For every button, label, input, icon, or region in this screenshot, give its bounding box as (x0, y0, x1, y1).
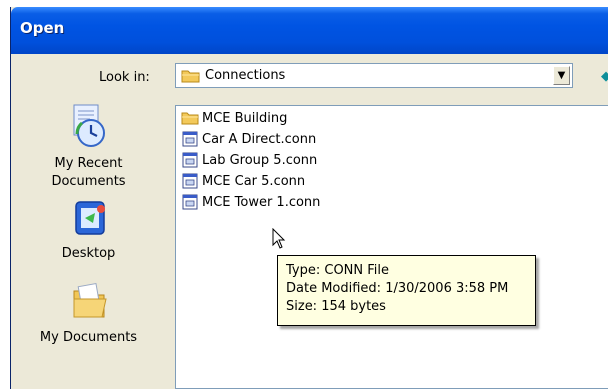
conn-file-icon (181, 194, 199, 210)
place-label: Desktop (61, 246, 116, 261)
open-dialog: Open Look in: Connections ▼ ◆ My R (10, 7, 608, 389)
conn-file-icon (181, 152, 199, 168)
list-item[interactable]: Car A Direct.conn (181, 129, 316, 149)
folder-icon (181, 110, 199, 126)
list-item[interactable]: MCE Building (181, 108, 287, 128)
place-my-recent-documents[interactable]: My Recent Documents (11, 101, 166, 191)
place-label: Documents (51, 174, 126, 189)
recent-documents-icon (11, 101, 166, 155)
file-info-tooltip: Type: CONN File Date Modified: 1/30/2006… (277, 255, 536, 326)
look-in-value: Connections (205, 68, 286, 83)
list-item[interactable]: Lab Group 5.conn (181, 150, 317, 170)
desktop-icon (11, 199, 166, 245)
look-in-label: Look in: (99, 70, 150, 85)
tooltip-date-modified: Date Modified: 1/30/2006 3:58 PM (286, 281, 509, 296)
place-label: My Recent (54, 156, 123, 171)
folder-icon (181, 68, 201, 88)
mouse-cursor-icon (272, 227, 288, 254)
place-label: My Documents (39, 330, 138, 345)
place-desktop[interactable]: Desktop (11, 199, 166, 263)
conn-file-icon (181, 131, 199, 147)
look-in-combo[interactable]: Connections ▼ (175, 63, 573, 88)
tooltip-type: Type: CONN File (286, 263, 390, 278)
my-documents-icon (11, 277, 166, 329)
file-name: MCE Building (202, 110, 288, 126)
file-name: Lab Group 5.conn (202, 152, 318, 168)
list-item[interactable]: MCE Car 5.conn (181, 171, 305, 191)
list-item[interactable]: MCE Tower 1.conn (181, 192, 320, 212)
file-list[interactable]: MCE Building Car A Direct.conn Lab Group… (175, 105, 608, 389)
back-icon[interactable]: ◆ (601, 69, 608, 84)
file-name: Car A Direct.conn (202, 131, 317, 147)
conn-file-icon (181, 173, 199, 189)
title-bar[interactable]: Open (11, 7, 608, 54)
places-bar: My Recent Documents Desktop My Documents (11, 101, 166, 389)
chevron-down-icon[interactable]: ▼ (553, 66, 570, 85)
file-name: MCE Car 5.conn (202, 173, 306, 189)
file-name: MCE Tower 1.conn (202, 194, 321, 210)
place-my-documents[interactable]: My Documents (11, 277, 166, 347)
window-title: Open (20, 19, 65, 37)
tooltip-size: Size: 154 bytes (286, 299, 386, 314)
